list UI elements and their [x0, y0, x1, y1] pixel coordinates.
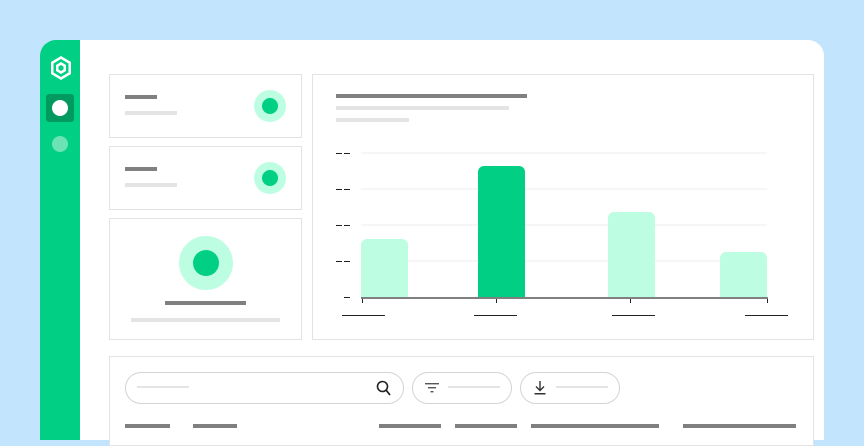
logo-hexagon-icon[interactable]	[50, 55, 72, 81]
y-tick-label	[344, 153, 350, 154]
column-header-placeholder[interactable]	[379, 424, 441, 428]
gridline	[361, 152, 767, 154]
status-ring-icon	[254, 90, 286, 122]
x-tick-label	[612, 315, 655, 316]
profile-name-placeholder	[165, 301, 246, 305]
download-label-placeholder	[556, 386, 608, 388]
x-tick-label	[745, 315, 788, 316]
stat-subtitle-placeholder	[125, 183, 177, 187]
column-header-placeholder[interactable]	[531, 424, 659, 428]
y-tick-label	[344, 261, 350, 262]
profile-detail-placeholder	[131, 318, 280, 322]
gridline	[361, 188, 767, 190]
filter-icon	[425, 383, 439, 393]
gridline	[361, 224, 767, 226]
status-ring-icon	[254, 162, 286, 194]
download-button[interactable]	[520, 372, 620, 404]
bar	[720, 252, 767, 297]
x-axis	[361, 297, 768, 299]
circle-icon	[52, 100, 68, 116]
sidebar-item-active[interactable]	[46, 94, 74, 122]
column-header-placeholder[interactable]	[455, 424, 517, 428]
y-tick-label	[336, 261, 342, 262]
profile-card[interactable]	[109, 218, 302, 340]
y-tick-label	[336, 225, 342, 226]
bar	[361, 239, 408, 297]
stat-title-placeholder	[125, 167, 157, 171]
stat-title-placeholder	[125, 95, 157, 99]
search-icon[interactable]	[376, 380, 392, 397]
search-placeholder	[137, 386, 189, 388]
x-tick-label	[474, 315, 517, 316]
stat-card-2[interactable]	[109, 146, 302, 210]
column-header-placeholder[interactable]	[125, 424, 170, 428]
filter-label-placeholder	[448, 386, 500, 388]
search-input[interactable]	[125, 372, 404, 404]
y-tick-label	[344, 297, 350, 298]
avatar	[179, 236, 233, 290]
bar	[608, 212, 655, 297]
bar	[478, 165, 525, 297]
gridline	[361, 260, 767, 262]
chart-caption-placeholder	[336, 118, 409, 122]
y-tick-label	[344, 225, 350, 226]
stat-subtitle-placeholder	[125, 111, 177, 115]
column-header-placeholder[interactable]	[683, 424, 796, 428]
chart-title-placeholder	[336, 94, 527, 98]
stat-card-1[interactable]	[109, 74, 302, 138]
sidebar	[40, 40, 80, 440]
filter-button[interactable]	[412, 372, 512, 404]
y-tick-label	[336, 189, 342, 190]
chart-card	[312, 74, 814, 340]
x-tick-label	[342, 315, 385, 316]
chart-subtitle-placeholder	[336, 106, 509, 110]
sidebar-item-circle-icon[interactable]	[52, 136, 68, 152]
column-header-placeholder[interactable]	[193, 424, 237, 428]
y-tick-label	[336, 153, 342, 154]
y-tick-label	[344, 189, 350, 190]
download-icon	[534, 381, 546, 395]
